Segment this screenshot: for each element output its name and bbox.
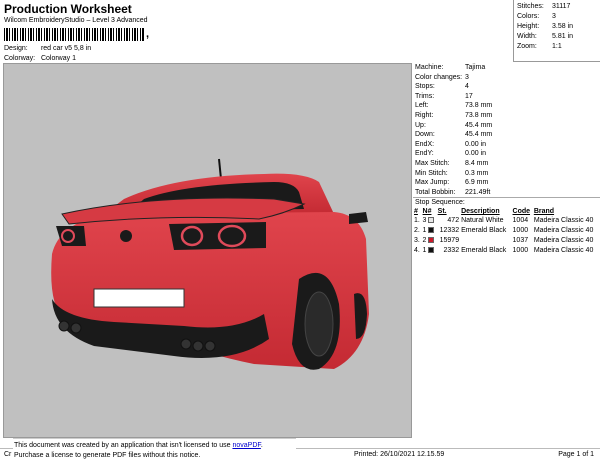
color-swatch [428, 237, 435, 244]
design-preview [3, 63, 412, 438]
zoom-label: Zoom: [517, 43, 537, 50]
stop-sequence-table: # N# St. Description Code Brand 1. 3 472… [413, 207, 600, 256]
software-name: Wilcom EmbroideryStudio – Level 3 Advanc… [4, 17, 148, 24]
info-row: Max Jump: 6.9 mm [415, 179, 489, 187]
footer-left-text: Cr [4, 451, 12, 458]
width-label: Width: [517, 33, 537, 40]
table-header-row: # N# St. Description Code Brand [413, 207, 600, 216]
barcode [4, 28, 144, 41]
info-row: Max Stitch: 8.4 mm [415, 159, 489, 167]
info-row: Down: 45.4 mm [415, 131, 493, 139]
zoom-value: 1:1 [552, 43, 562, 50]
color-swatch [428, 227, 435, 234]
design-label: Design: [4, 45, 28, 52]
height-value: 3.58 in [552, 23, 574, 30]
stitches-label: Stitches: [517, 3, 544, 10]
height-label: Height: [517, 23, 540, 30]
stitches-value: 31117 [552, 3, 571, 10]
col-header: St. [437, 208, 447, 215]
novapdf-link[interactable]: novaPDF [232, 442, 260, 449]
table-row: 2. 1 12332 Emerald Black 1000 Madeira Cl… [414, 227, 594, 234]
info-row: Total Bobbin: 221.49ft [415, 188, 491, 196]
machine-info-panel: Machine: Tajima Color changes: 3 Stops: 4 T… [413, 63, 600, 197]
colorway-value: Colorway 1 [40, 55, 76, 62]
col-header: N# [422, 208, 432, 215]
info-row: EndY: 0.00 in [415, 150, 487, 158]
info-row: Machine: Tajima [415, 64, 486, 71]
design-row: Design: red car v5 5,8 in [4, 45, 91, 52]
colors-label: Colors: [517, 13, 540, 20]
color-swatch [428, 247, 435, 254]
barcode-mark: , [146, 28, 150, 40]
novapdf-notice: This document was created by an applicat… [13, 438, 296, 464]
printed-timestamp: Printed: 26/10/2021 12.15.59 [354, 451, 445, 458]
col-header: Description [461, 208, 500, 215]
col-header: Code [512, 208, 531, 215]
info-row: Trims: 17 [415, 92, 473, 100]
table-row: 1. 3 472 Natural White 1004 Madeira Clas… [414, 217, 594, 224]
info-row: EndX: 0.00 in [415, 140, 487, 148]
colors-value: 3 [552, 13, 556, 20]
info-row: Left: 73.8 mm [415, 102, 493, 110]
page-title: Production Worksheet [4, 2, 132, 16]
design-value: red car v5 5,8 in [40, 45, 92, 52]
color-swatch [428, 217, 435, 224]
info-row: Up: 45.4 mm [415, 121, 493, 129]
page-number: Page 1 of 1 [558, 451, 594, 458]
col-header: Brand [533, 208, 555, 215]
info-row: Min Stitch: 0.3 mm [415, 169, 489, 177]
colorway-label: Colorway: [4, 55, 36, 62]
car-embroidery-image [51, 158, 369, 370]
colorway-row: Colorway: Colorway 1 [4, 55, 76, 62]
info-row: Stops: 4 [415, 83, 469, 91]
width-value: 5.81 in [552, 33, 574, 40]
table-row: 3. 2 15979 1037 Madeira Classic 40 [414, 237, 594, 244]
table-row: 4. 1 2332 Emerald Black 1000 Madeira Cla… [414, 247, 594, 254]
info-row: Right: 73.8 mm [415, 111, 493, 119]
stats-box: Stitches: 31117 Colors: 3 Height: 3.58 in W… [513, 0, 600, 62]
col-header: # [414, 208, 418, 215]
info-row: Color changes: 3 [415, 73, 469, 81]
